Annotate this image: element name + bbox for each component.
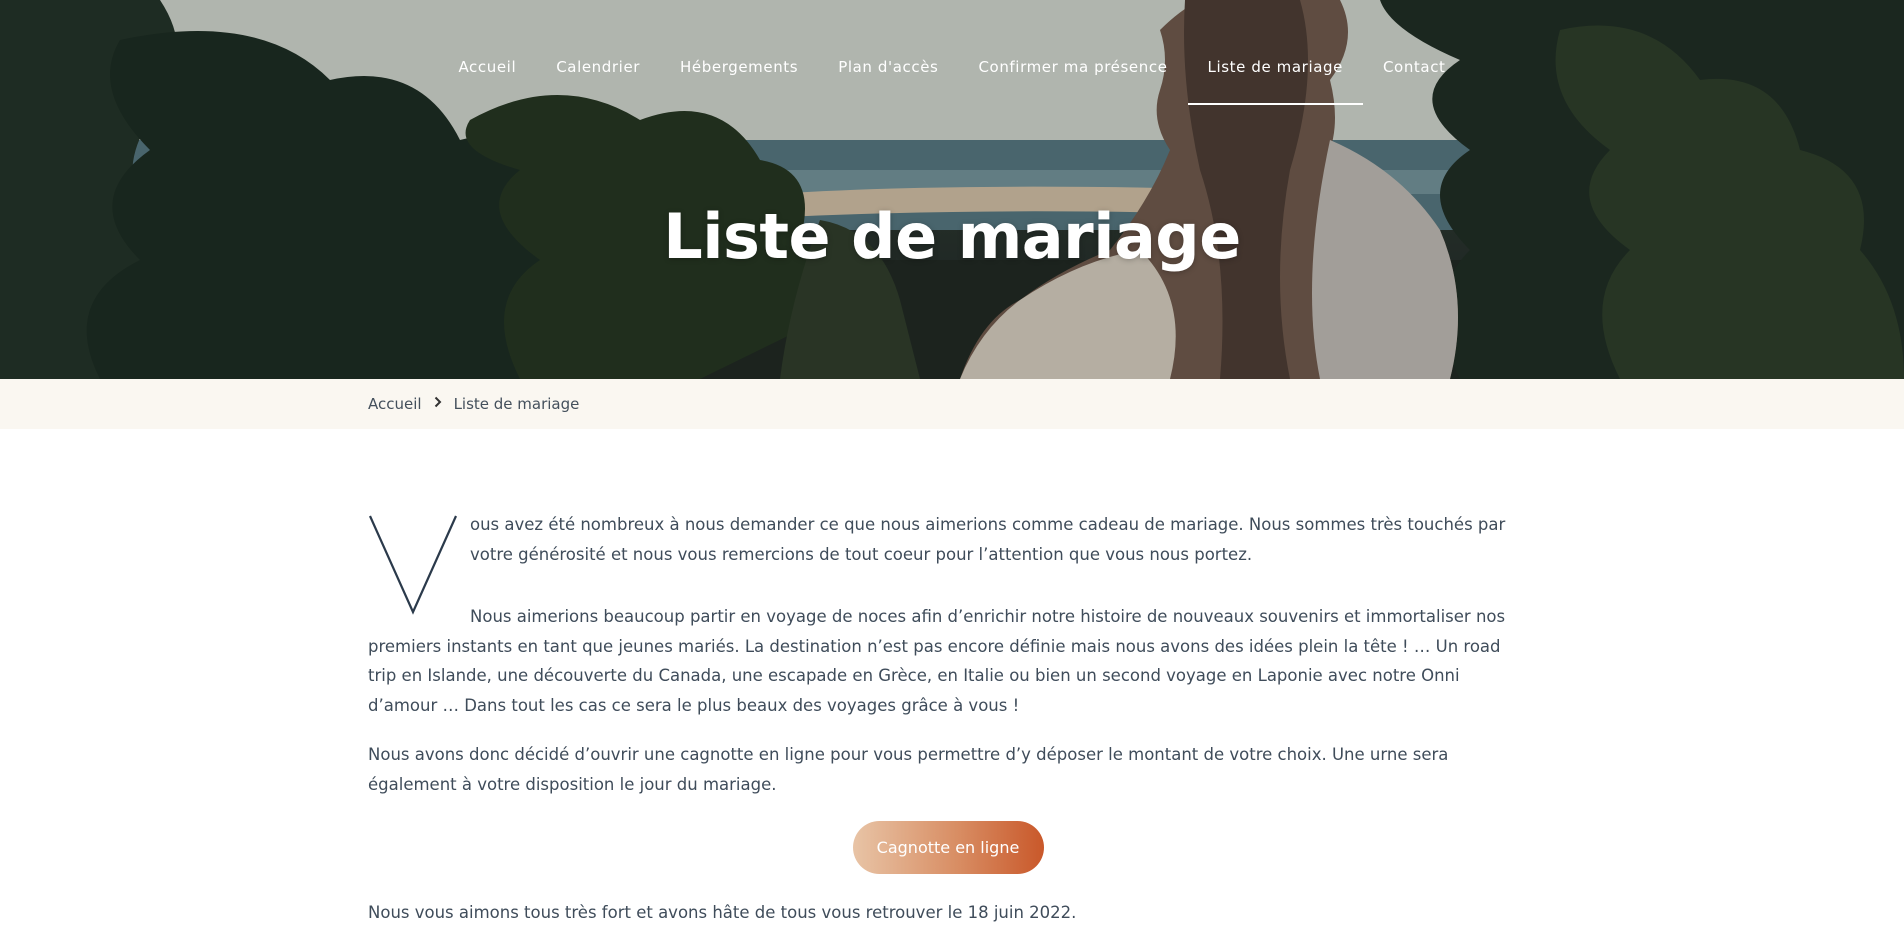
nav-item-calendrier[interactable]: Calendrier (536, 57, 660, 105)
nav-item-accueil[interactable]: Accueil (438, 57, 536, 105)
nav-item-plan-acces[interactable]: Plan d'accès (818, 57, 958, 105)
button-wrapper: Cagnotte en ligne (368, 821, 1528, 874)
breadcrumb-home-link[interactable]: Accueil (368, 395, 422, 413)
dropcap-letter (368, 514, 458, 618)
nav-item-hebergements[interactable]: Hébergements (660, 57, 818, 105)
breadcrumb-bar: Accueil Liste de mariage (0, 379, 1904, 429)
intro-block: ous avez été nombreux à nous demander ce… (368, 510, 1528, 615)
main-content: ous avez été nombreux à nous demander ce… (368, 510, 1528, 928)
paragraph-closing: Nous vous aimons tous très fort et avons… (368, 903, 1077, 922)
cagnotte-button[interactable]: Cagnotte en ligne (852, 821, 1044, 874)
intro-paragraph: ous avez été nombreux à nous demander ce… (470, 515, 1506, 564)
paragraph-voyage: Nous aimerions beaucoup partir en voyage… (368, 607, 1506, 715)
breadcrumb: Accueil Liste de mariage (368, 395, 579, 413)
page-title: Liste de mariage (663, 200, 1241, 273)
breadcrumb-current: Liste de mariage (453, 395, 580, 413)
paragraph-cagnotte: Nous avons donc décidé d’ouvrir une cagn… (368, 745, 1449, 794)
nav-item-confirmer-presence[interactable]: Confirmer ma présence (958, 57, 1187, 105)
hero-banner: Accueil Calendrier Hébergements Plan d'a… (0, 0, 1904, 379)
chevron-right-icon (434, 396, 442, 412)
main-navigation: Accueil Calendrier Hébergements Plan d'a… (0, 57, 1904, 105)
nav-item-liste-de-mariage[interactable]: Liste de mariage (1187, 57, 1364, 105)
nav-item-contact[interactable]: Contact (1363, 57, 1466, 105)
